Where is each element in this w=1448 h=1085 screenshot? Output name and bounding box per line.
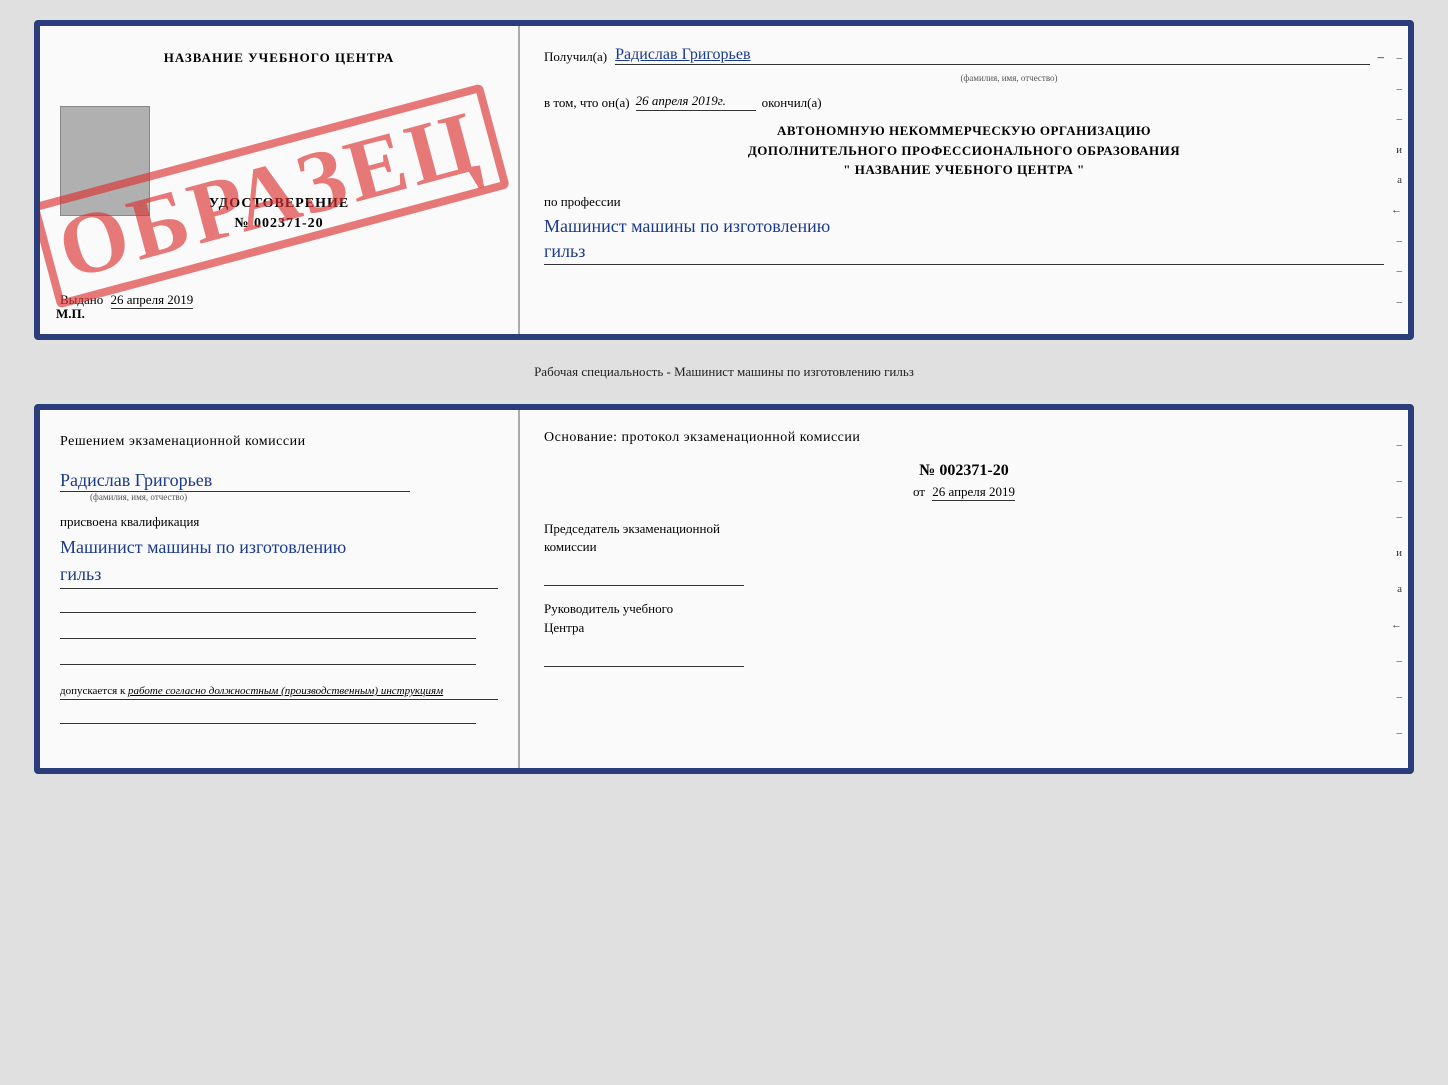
bottom-document: Решением экзаменационной комиссии Радисл… bbox=[34, 404, 1414, 774]
protocol-number: № 002371-20 bbox=[544, 462, 1384, 480]
issued-date-value: 26 апреля 2019 bbox=[111, 292, 194, 309]
completed-date: 26 апреля 2019г. bbox=[636, 93, 756, 111]
qual-line2: гильз bbox=[60, 564, 101, 584]
center-leader-label: Руководитель учебного Центра bbox=[544, 600, 1384, 636]
org-line3: " НАЗВАНИЕ УЧЕБНОГО ЦЕНТРА " bbox=[544, 160, 1384, 180]
decision-title: Решением экзаменационной комиссии bbox=[60, 434, 498, 450]
separator-text: Рабочая специальность - Машинист машины … bbox=[534, 356, 914, 388]
protocol-date-line: от 26 апреля 2019 bbox=[544, 484, 1384, 500]
profession-line2: гильз bbox=[544, 241, 585, 261]
profession-name: Машинист машины по изготовлению гильз bbox=[544, 214, 1384, 265]
completed-prefix: в том, что он(а) bbox=[544, 95, 630, 111]
certificate-number: № 002371-20 bbox=[60, 216, 498, 232]
profession-line1: Машинист машины по изготовлению bbox=[544, 216, 830, 236]
issued-date-line: Выдано 26 апреля 2019 bbox=[60, 292, 498, 308]
allowed-prefix: допускается к bbox=[60, 685, 125, 697]
org-title: АВТОНОМНУЮ НЕКОММЕРЧЕСКУЮ ОРГАНИЗАЦИЮ ДО… bbox=[544, 121, 1384, 180]
chair-signature-line bbox=[544, 564, 744, 586]
basis-title: Основание: протокол экзаменационной коми… bbox=[544, 430, 1384, 446]
empty-signature-lines bbox=[60, 597, 498, 665]
bottom-margin-marks: – – – и а ← – – – bbox=[1391, 410, 1402, 768]
empty-line-2 bbox=[60, 623, 476, 639]
leader-line2: Центра bbox=[544, 620, 584, 635]
protocol-date-prefix: от bbox=[913, 484, 925, 499]
recipient-dash: – bbox=[1378, 49, 1385, 65]
issued-prefix: Выдано bbox=[60, 292, 103, 307]
leader-line1: Руководитель учебного bbox=[544, 601, 673, 616]
org-line1: АВТОНОМНУЮ НЕКОММЕРЧЕСКУЮ ОРГАНИЗАЦИЮ bbox=[544, 121, 1384, 141]
recipient-name: Радислав Григорьев bbox=[615, 46, 1369, 65]
bottom-doc-left: Решением экзаменационной комиссии Радисл… bbox=[40, 410, 520, 768]
top-doc-left: НАЗВАНИЕ УЧЕБНОГО ЦЕНТРА ОБРАЗЕЦ УДОСТОВ… bbox=[40, 26, 520, 334]
completed-line: в том, что он(а) 26 апреля 2019г. окончи… bbox=[544, 93, 1384, 111]
allowed-label: допускается к работе согласно должностны… bbox=[60, 685, 498, 700]
chair-line2: комиссии bbox=[544, 539, 597, 554]
qualification-name: Машинист машины по изготовлению гильз bbox=[60, 534, 498, 589]
qual-line1: Машинист машины по изготовлению bbox=[60, 537, 346, 557]
top-doc-right: Получил(а) Радислав Григорьев – (фамилия… bbox=[520, 26, 1408, 334]
margin-marks: – – – и а ← – – – bbox=[1391, 26, 1402, 334]
bottom-person-name: Радислав Григорьев bbox=[60, 470, 410, 492]
bottom-doc-right: Основание: протокол экзаменационной коми… bbox=[520, 410, 1408, 768]
profession-prefix: по профессии bbox=[544, 194, 1384, 210]
received-label: Получил(а) bbox=[544, 49, 607, 65]
mp-label: М.П. bbox=[56, 306, 85, 322]
photo-placeholder bbox=[60, 106, 150, 216]
allowed-text: работе согласно должностным (производств… bbox=[128, 685, 443, 697]
protocol-date-value: 26 апреля 2019 bbox=[932, 484, 1015, 501]
bottom-fio-sub: (фамилия, имя, отчество) bbox=[90, 492, 498, 502]
chair-line1: Председатель экзаменационной bbox=[544, 521, 720, 536]
org-line2: ДОПОЛНИТЕЛЬНОГО ПРОФЕССИОНАЛЬНОГО ОБРАЗО… bbox=[544, 141, 1384, 161]
fio-subtitle: (фамилия, имя, отчество) bbox=[634, 73, 1384, 83]
recipient-line: Получил(а) Радислав Григорьев – bbox=[544, 46, 1384, 65]
empty-line-3 bbox=[60, 649, 476, 665]
top-left-title: НАЗВАНИЕ УЧЕБНОГО ЦЕНТРА bbox=[60, 50, 498, 66]
chair-label: Председатель экзаменационной комиссии bbox=[544, 520, 1384, 556]
allowed-signature-line bbox=[60, 708, 476, 724]
top-document: НАЗВАНИЕ УЧЕБНОГО ЦЕНТРА ОБРАЗЕЦ УДОСТОВ… bbox=[34, 20, 1414, 340]
empty-line-1 bbox=[60, 597, 476, 613]
completed-suffix: окончил(а) bbox=[762, 95, 822, 111]
leader-signature-line bbox=[544, 645, 744, 667]
assigned-label: присвоена квалификация bbox=[60, 514, 498, 530]
